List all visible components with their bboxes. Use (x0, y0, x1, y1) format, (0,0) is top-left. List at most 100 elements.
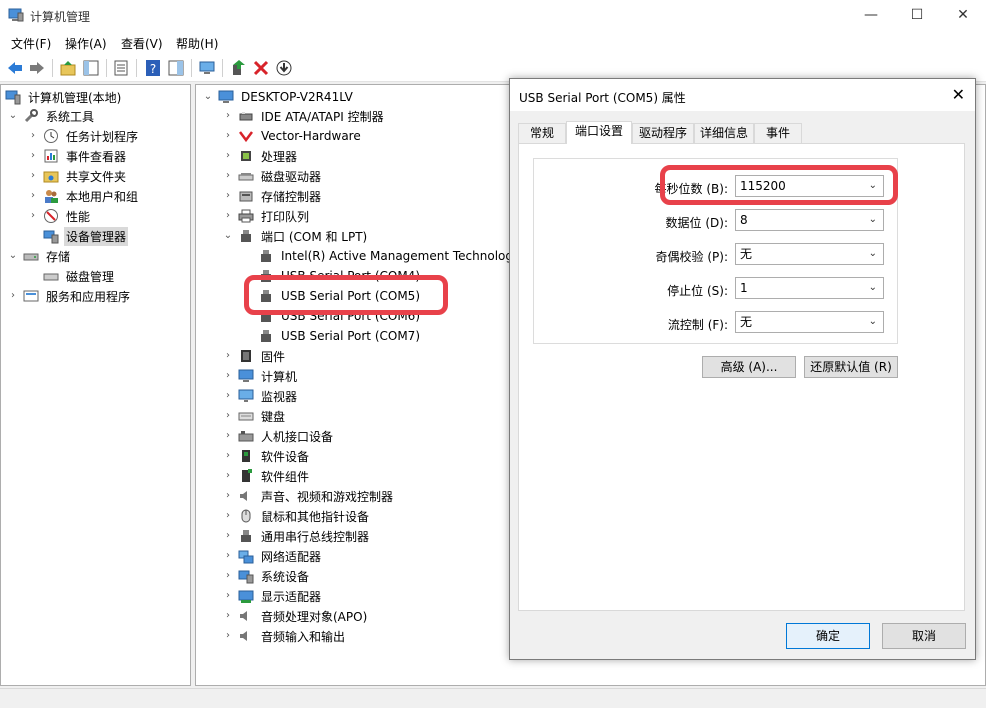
device-category[interactable]: › 键盘 (222, 406, 287, 426)
device-category[interactable]: › 磁盘驱动器 (222, 166, 323, 186)
device-category[interactable]: › 计算机 (222, 366, 299, 386)
chevron-right-icon[interactable]: › (222, 190, 234, 202)
minimize-button[interactable]: — (848, 0, 894, 30)
scan-hardware-icon[interactable] (198, 59, 216, 77)
chevron-right-icon[interactable]: › (222, 490, 234, 502)
device-category[interactable]: › 显示适配器 (222, 586, 323, 606)
tab-port-settings[interactable]: 端口设置 (566, 121, 632, 144)
help-icon[interactable]: ? (144, 59, 162, 77)
chevron-right-icon[interactable]: › (27, 170, 39, 182)
tree-shared-folders[interactable]: › 共享文件夹 (27, 166, 128, 186)
chevron-right-icon[interactable]: › (222, 110, 234, 122)
device-category[interactable]: › 处理器 (222, 146, 299, 166)
chevron-right-icon[interactable]: › (222, 130, 234, 142)
chevron-right-icon[interactable]: › (222, 510, 234, 522)
tree-disk-management[interactable]: 磁盘管理 (43, 266, 116, 286)
device-category[interactable]: › IDE ATA/ATAPI 控制器 (222, 106, 386, 126)
flow-control-select[interactable]: 无 ⌄ (735, 311, 884, 333)
chevron-right-icon[interactable]: › (222, 370, 234, 382)
device-category[interactable]: › 鼠标和其他指针设备 (222, 506, 371, 526)
chevron-right-icon[interactable]: › (222, 350, 234, 362)
cancel-button[interactable]: 取消 (882, 623, 966, 649)
ok-button[interactable]: 确定 (786, 623, 870, 649)
device-category[interactable]: › 声音、视频和游戏控制器 (222, 486, 395, 506)
device-category[interactable]: › 网络适配器 (222, 546, 323, 566)
data-bits-select[interactable]: 8 ⌄ (735, 209, 884, 231)
device-category[interactable]: › 音频输入和输出 (222, 626, 347, 646)
chevron-right-icon[interactable]: › (222, 610, 234, 622)
tab-events[interactable]: 事件 (754, 123, 802, 143)
stop-bits-select[interactable]: 1 ⌄ (735, 277, 884, 299)
chevron-right-icon[interactable]: › (222, 390, 234, 402)
properties-icon[interactable] (112, 59, 130, 77)
chevron-right-icon[interactable]: › (27, 190, 39, 202)
menu-action[interactable]: 操作(A) (65, 35, 107, 52)
parity-select[interactable]: 无 ⌄ (735, 243, 884, 265)
device-tree-root[interactable]: ⌄ DESKTOP-V2R41LV (202, 87, 355, 107)
chevron-right-icon[interactable]: › (27, 210, 39, 222)
close-button[interactable]: ✕ (940, 0, 986, 30)
up-folder-icon[interactable] (59, 59, 77, 77)
tree-services-apps[interactable]: › 服务和应用程序 (7, 286, 132, 306)
chevron-right-icon[interactable]: › (222, 430, 234, 442)
chevron-right-icon[interactable]: › (222, 530, 234, 542)
disk-drive-icon (238, 173, 254, 181)
tree-storage[interactable]: ⌄ 存储 (7, 246, 72, 266)
chevron-down-icon[interactable]: ⌄ (7, 250, 19, 262)
device-category[interactable]: › 存储控制器 (222, 186, 323, 206)
tree-performance[interactable]: › 性能 (27, 206, 92, 226)
tab-details[interactable]: 详细信息 (694, 123, 754, 143)
menu-file[interactable]: 文件(F) (11, 35, 51, 52)
port-item[interactable]: USB Serial Port (COM7) (258, 326, 422, 346)
chevron-down-icon[interactable]: ⌄ (202, 91, 214, 103)
device-category[interactable]: › 系统设备 (222, 566, 311, 586)
tree-local-users[interactable]: › 本地用户和组 (27, 186, 140, 206)
uninstall-red-x-icon[interactable] (252, 59, 270, 77)
chevron-right-icon[interactable]: › (27, 130, 39, 142)
chevron-down-icon[interactable]: ⌄ (7, 110, 19, 122)
device-category[interactable]: › Vector-Hardware (222, 126, 363, 146)
device-category[interactable]: › 打印队列 (222, 206, 311, 226)
restore-defaults-button[interactable]: 还原默认值 (R) (804, 356, 898, 378)
show-hide-tree-icon[interactable] (82, 59, 100, 77)
device-category[interactable]: › 软件组件 (222, 466, 311, 486)
menu-help[interactable]: 帮助(H) (176, 35, 218, 52)
device-category[interactable]: › 音频处理对象(APO) (222, 606, 369, 626)
update-driver-icon[interactable] (229, 59, 247, 77)
chevron-right-icon[interactable]: › (222, 550, 234, 562)
device-category[interactable]: › 监视器 (222, 386, 299, 406)
download-circle-icon[interactable] (275, 59, 293, 77)
action-pane-icon[interactable] (167, 59, 185, 77)
chevron-right-icon[interactable]: › (222, 570, 234, 582)
tree-system-tools[interactable]: ⌄ 系统工具 (7, 106, 96, 126)
chevron-right-icon[interactable]: › (222, 170, 234, 182)
forward-arrow-icon[interactable] (28, 59, 46, 77)
maximize-button[interactable]: ☐ (894, 0, 940, 30)
device-category[interactable]: › 固件 (222, 346, 287, 366)
advanced-button[interactable]: 高级 (A)... (702, 356, 796, 378)
chevron-right-icon[interactable]: › (222, 450, 234, 462)
chevron-right-icon[interactable]: › (27, 150, 39, 162)
device-category[interactable]: › 软件设备 (222, 446, 311, 466)
chevron-right-icon[interactable]: › (222, 410, 234, 422)
chevron-down-icon[interactable]: ⌄ (222, 230, 234, 242)
back-arrow-icon[interactable] (6, 59, 24, 77)
chevron-right-icon[interactable]: › (222, 470, 234, 482)
tab-general[interactable]: 常规 (518, 123, 566, 143)
tree-event-viewer[interactable]: › 事件查看器 (27, 146, 128, 166)
device-category[interactable]: › 人机接口设备 (222, 426, 335, 446)
chevron-right-icon[interactable]: › (222, 210, 234, 222)
tree-device-manager[interactable]: 设备管理器 (43, 226, 129, 246)
tree-task-scheduler[interactable]: › 任务计划程序 (27, 126, 140, 146)
device-category[interactable]: › 通用串行总线控制器 (222, 526, 371, 546)
menu-view[interactable]: 查看(V) (121, 35, 163, 52)
chevron-right-icon[interactable]: › (222, 150, 234, 162)
tab-driver[interactable]: 驱动程序 (632, 123, 694, 143)
chevron-right-icon[interactable]: › (222, 590, 234, 602)
device-category-ports[interactable]: ⌄ 端口 (COM 和 LPT) (222, 226, 369, 246)
chevron-right-icon[interactable]: › (7, 290, 19, 302)
dialog-close-button[interactable]: ✕ (952, 85, 965, 104)
chevron-right-icon[interactable]: › (222, 630, 234, 642)
port-item[interactable]: Intel(R) Active Management Technology (258, 246, 522, 266)
tree-root[interactable]: 计算机管理(本地) (5, 87, 123, 107)
